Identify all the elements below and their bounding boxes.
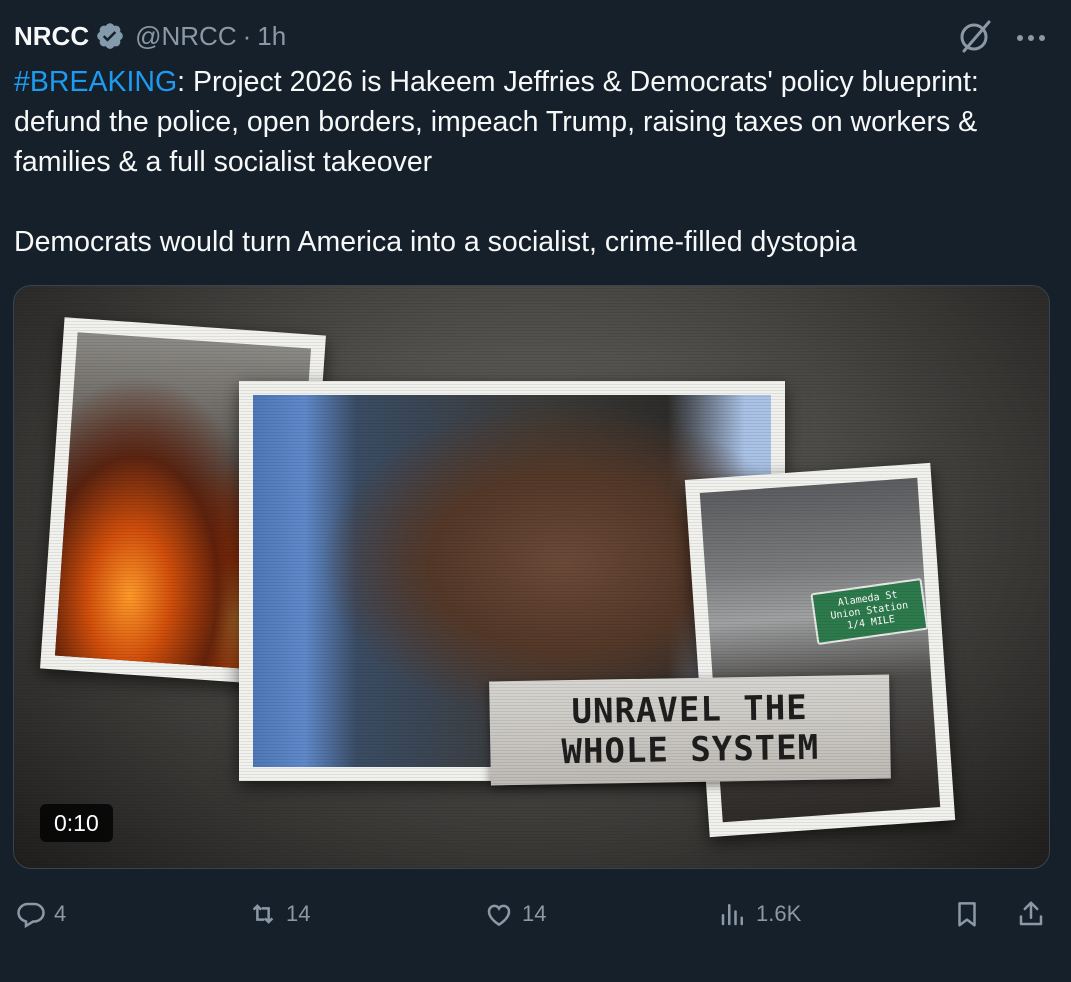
repost-icon: [252, 904, 274, 924]
views-button[interactable]: 1.6K: [718, 890, 801, 938]
repost-button[interactable]: 14: [248, 890, 310, 938]
video-caption: UNRAVEL THE WHOLE SYSTEM: [561, 687, 820, 773]
bookmark-icon: [958, 902, 976, 927]
tweet-text: #BREAKING: Project 2026 is Hakeem Jeffri…: [14, 62, 1054, 262]
like-icon: [487, 904, 511, 927]
author-handle[interactable]: @NRCC: [135, 21, 237, 52]
separator-dot: ·: [242, 20, 252, 51]
bookmark-button[interactable]: [952, 890, 982, 938]
reply-count: 4: [54, 901, 67, 926]
repost-count: 14: [286, 901, 311, 926]
author-name[interactable]: NRCC: [14, 21, 89, 52]
like-button[interactable]: 14: [484, 890, 546, 938]
share-icon: [1019, 901, 1043, 926]
reply-icon: [17, 902, 45, 929]
tweet-paragraph-2: Democrats would turn America into a soci…: [14, 226, 857, 258]
video-caption-banner: UNRAVEL THE WHOLE SYSTEM: [489, 674, 891, 786]
more-icon[interactable]: [1012, 20, 1050, 56]
like-count: 14: [522, 901, 547, 926]
grok-icon[interactable]: [958, 18, 994, 54]
reply-button[interactable]: 4: [16, 890, 66, 938]
tweet-header: NRCC @NRCC · 1h: [14, 18, 286, 54]
action-bar: 4 14 14 1.6K: [0, 890, 1071, 938]
verified-badge-icon: [97, 23, 123, 49]
share-button[interactable]: [1016, 890, 1046, 938]
video-duration: 0:10: [40, 804, 113, 842]
tweet-paragraph-1: #BREAKING: Project 2026 is Hakeem Jeffri…: [14, 62, 1054, 182]
views-icon: [721, 904, 743, 926]
highway-sign: Alameda St Union Station 1/4 MILE: [810, 577, 929, 645]
video-player[interactable]: Alameda St Union Station 1/4 MILE UNRAVE…: [13, 285, 1050, 869]
hashtag-link[interactable]: #BREAKING: [14, 66, 177, 98]
timestamp[interactable]: 1h: [257, 21, 286, 52]
views-count: 1.6K: [756, 901, 802, 926]
